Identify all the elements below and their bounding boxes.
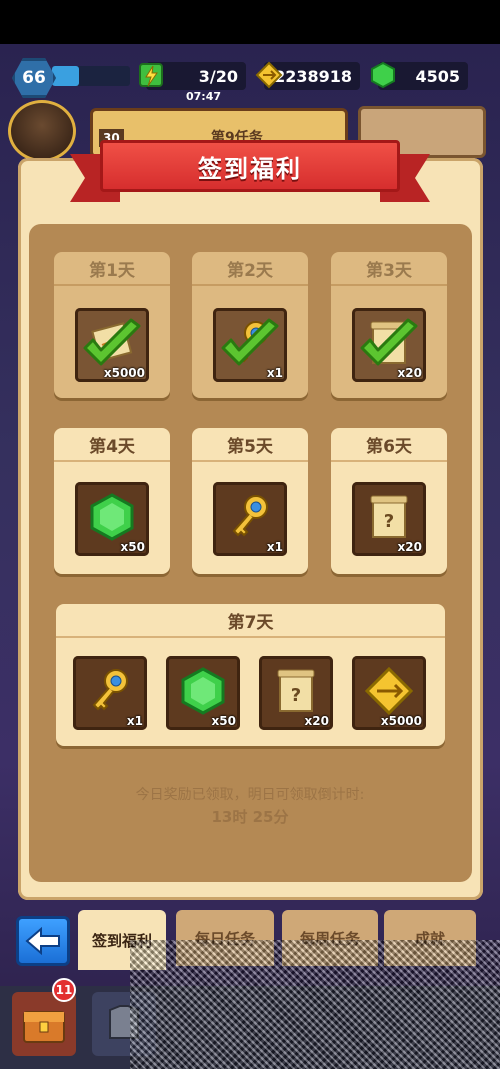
reward-quantity: x20	[397, 366, 422, 380]
chest-notification-badge: 11	[52, 978, 76, 1002]
day-label: 第7天	[56, 604, 445, 638]
mystery-scroll-icon: ?	[270, 665, 322, 721]
reward-slot: x5000	[352, 656, 426, 730]
xp-bar	[52, 66, 130, 86]
reward-quantity: x20	[397, 540, 422, 554]
day-card-5[interactable]: 第5天 x1	[192, 428, 308, 574]
check-icon	[83, 318, 141, 366]
reward-slot: x1	[213, 482, 287, 556]
check-icon	[360, 318, 418, 366]
status-bar: 66 3/20 07:47 2238918 4505	[0, 50, 500, 103]
day-card-6[interactable]: 第6天? x20	[331, 428, 447, 574]
day-card-4[interactable]: 第4天 x50	[54, 428, 170, 574]
svg-text:?: ?	[291, 685, 301, 706]
lightning-icon	[136, 58, 166, 92]
day-label: 第1天	[54, 252, 170, 286]
reward-slot: x50	[166, 656, 240, 730]
back-button[interactable]	[16, 916, 70, 966]
green-gem-icon	[368, 58, 398, 92]
reward-quantity: x20	[304, 714, 329, 728]
treasure-chest-icon	[23, 1011, 65, 1043]
countdown-timer: 13时 25分	[211, 808, 289, 826]
day-card-1[interactable]: 第1天 x5000	[54, 252, 170, 398]
reward-slot: x1	[73, 656, 147, 730]
key-icon	[224, 491, 276, 547]
day-card-3[interactable]: 第3天 ?x20	[331, 252, 447, 398]
reward-quantity: x50	[211, 714, 236, 728]
reward-slot: x50	[75, 482, 149, 556]
day-card-7[interactable]: 第7天 x1 x50? x20 x5000	[56, 604, 445, 746]
energy-box[interactable]: 3/20	[139, 62, 246, 90]
reward-slot: x5000	[75, 308, 149, 382]
day-label: 第3天	[331, 252, 447, 286]
green-gem-icon	[177, 665, 229, 721]
pixelated-overlay	[130, 940, 500, 1069]
claimed-message: 今日奖励已领取，明日可领取倒计时:	[135, 787, 365, 803]
energy-timer: 07:47	[186, 90, 222, 103]
green-gem-icon	[86, 491, 138, 547]
gems-value: 4505	[415, 66, 460, 86]
reward-slot: ?x20	[352, 482, 426, 556]
level-badge[interactable]: 66	[12, 58, 56, 98]
energy-value: 3/20	[198, 66, 238, 86]
reward-quantity: x1	[266, 366, 283, 380]
reward-quantity: x50	[120, 540, 145, 554]
coins-value: 2238918	[274, 66, 352, 86]
coins-box[interactable]: 2238918	[255, 61, 360, 90]
mystery-scroll-icon: ?	[363, 491, 415, 547]
day-card-2[interactable]: 第2天 x1	[192, 252, 308, 398]
player-avatar[interactable]	[8, 100, 76, 162]
arrow-token-icon	[363, 665, 415, 721]
xp-fill	[52, 66, 80, 86]
gems-box[interactable]: 4505	[371, 61, 468, 90]
reward-slot: ?x20	[352, 308, 426, 382]
day-label: 第2天	[192, 252, 308, 286]
day-label: 第4天	[54, 428, 170, 462]
check-icon	[221, 318, 279, 366]
key-icon	[84, 665, 136, 721]
day-label: 第5天	[192, 428, 308, 462]
modal-title: 签到福利	[100, 140, 400, 192]
svg-text:?: ?	[384, 511, 394, 532]
back-arrow-icon	[25, 927, 60, 955]
day-label: 第6天	[331, 428, 447, 462]
reward-slot: ?x20	[259, 656, 333, 730]
title-ribbon: 签到福利	[70, 140, 430, 202]
reward-slot: x1	[213, 308, 287, 382]
reward-quantity: x5000	[103, 366, 145, 380]
reward-quantity: x5000	[380, 714, 422, 728]
reward-quantity: x1	[266, 540, 283, 554]
arrow-token-icon	[254, 58, 284, 92]
reward-quantity: x1	[126, 714, 143, 728]
